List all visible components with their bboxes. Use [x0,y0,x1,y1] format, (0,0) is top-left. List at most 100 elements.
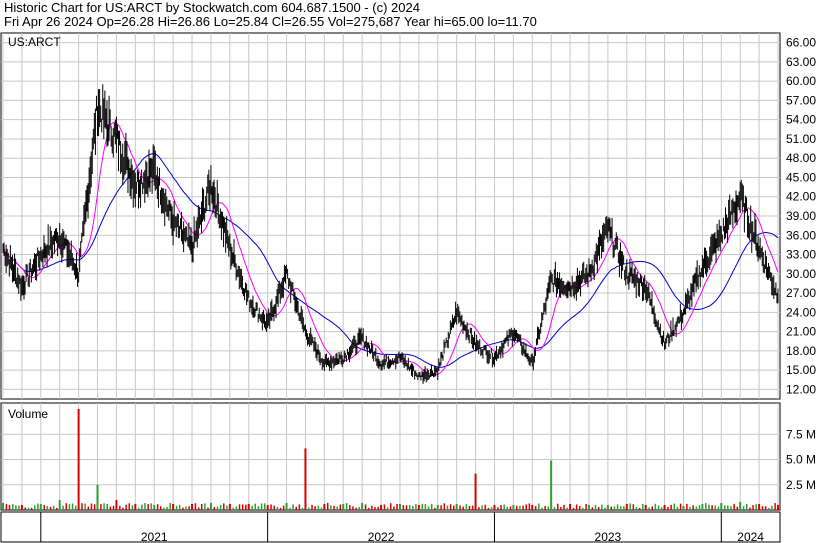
volume-bar [736,506,739,510]
volume-bar [228,503,231,510]
volume-bar [84,503,86,510]
volume-bar [742,506,745,510]
date-axis: 2021 2022 2023 2024 [0,511,781,543]
volume-bar [594,504,597,510]
volume-bar [519,505,521,510]
volume-bar [358,507,360,510]
volume-bar [689,506,691,510]
volume-bar [137,507,140,510]
volume-bar [27,507,30,510]
volume-bar [774,503,776,510]
volume-bar [629,503,631,510]
volume-bar [336,506,338,510]
volume-bar [585,503,587,510]
volume-bar [298,504,301,510]
volume-y-tick-label: 7.5 M [786,427,816,441]
volume-bar [393,506,395,510]
volume-bar [723,505,726,510]
volume-bar [93,504,96,510]
volume-bar [415,504,417,510]
price-y-axis: 66.00 63.00 60.00 57.00 54.00 51.00 48.00 45.00… [786,36,816,397]
volume-bar [339,504,342,510]
volume-bar [49,506,52,510]
price-y-tick-label: 54.00 [786,113,816,127]
volume-bar [191,503,194,510]
price-y-tick-label: 51.00 [786,132,816,146]
volume-bar [128,503,131,510]
volume-bar [676,506,679,510]
volume-bar [15,505,17,510]
volume-bar [317,505,320,510]
volume-bar [436,504,439,510]
volume-bar [764,506,767,510]
volume-bar [178,504,181,510]
price-y-tick-label: 33.00 [786,248,816,262]
volume-bar [43,505,45,510]
volume-bar [644,504,647,510]
volume-bar [755,504,757,510]
volume-bar [497,507,499,510]
volume-bar [254,503,257,510]
volume-bar [468,505,471,510]
volume-bar [465,504,468,510]
volume-bar [241,504,244,510]
volume-bar [651,506,653,510]
volume-bar [65,503,68,510]
volume-bar [727,505,729,510]
volume-bar [396,503,398,510]
volume-bar [349,505,351,510]
volume-bar [566,507,568,510]
volume-bar [166,506,168,510]
x-tick-label: 2024 [737,530,764,543]
volume-bar [188,506,190,510]
volume-bar [352,506,354,510]
price-y-tick-label: 27.00 [786,286,816,300]
volume-bar [434,507,436,510]
volume-bar [569,503,572,510]
volume-bar [292,504,294,510]
volume-bar [125,504,127,510]
volume-bar [8,504,11,510]
volume-bar [160,506,162,510]
volume-bar [175,505,178,510]
volume-bar [361,502,364,510]
volume-bar [462,506,464,510]
volume-bar [632,504,635,510]
price-y-tick-label: 12.00 [786,382,816,396]
volume-bar [226,505,228,510]
volume-bar [714,505,716,510]
volume-bar [478,507,480,510]
volume-bar [163,507,165,510]
volume-bar [663,504,666,510]
price-y-tick-label: 63.00 [786,55,816,69]
volume-bar [686,503,688,510]
volume-bar [412,505,414,510]
volume-bar [103,503,105,510]
volume-bar [2,502,4,510]
volume-bar [708,504,710,510]
price-y-tick-label: 21.00 [786,325,816,339]
volume-y-tick-label: 2.5 M [786,478,816,492]
price-y-tick-label: 18.00 [786,344,816,358]
volume-bar [705,503,707,510]
volume-bar [68,504,71,510]
volume-bar [673,503,676,510]
volume-bar [490,507,493,510]
volume-bar [295,506,297,510]
volume-bar [398,503,401,510]
volume-bar [122,507,124,510]
price-panel: 66.00 63.00 60.00 57.00 54.00 51.00 48.00 45.00… [0,32,816,400]
volume-bar [550,460,553,510]
volume-bar [386,507,389,510]
volume-bar [679,503,682,510]
volume-bar [326,502,329,510]
volume-bar [314,506,316,510]
volume-bar [648,507,650,510]
volume-bar [481,505,483,510]
volume-bar [289,507,291,510]
volume-bar [453,505,455,510]
volume-bar [147,504,149,510]
volume-bar [106,503,108,510]
volume-bar [119,505,121,510]
volume-bar [503,504,505,510]
